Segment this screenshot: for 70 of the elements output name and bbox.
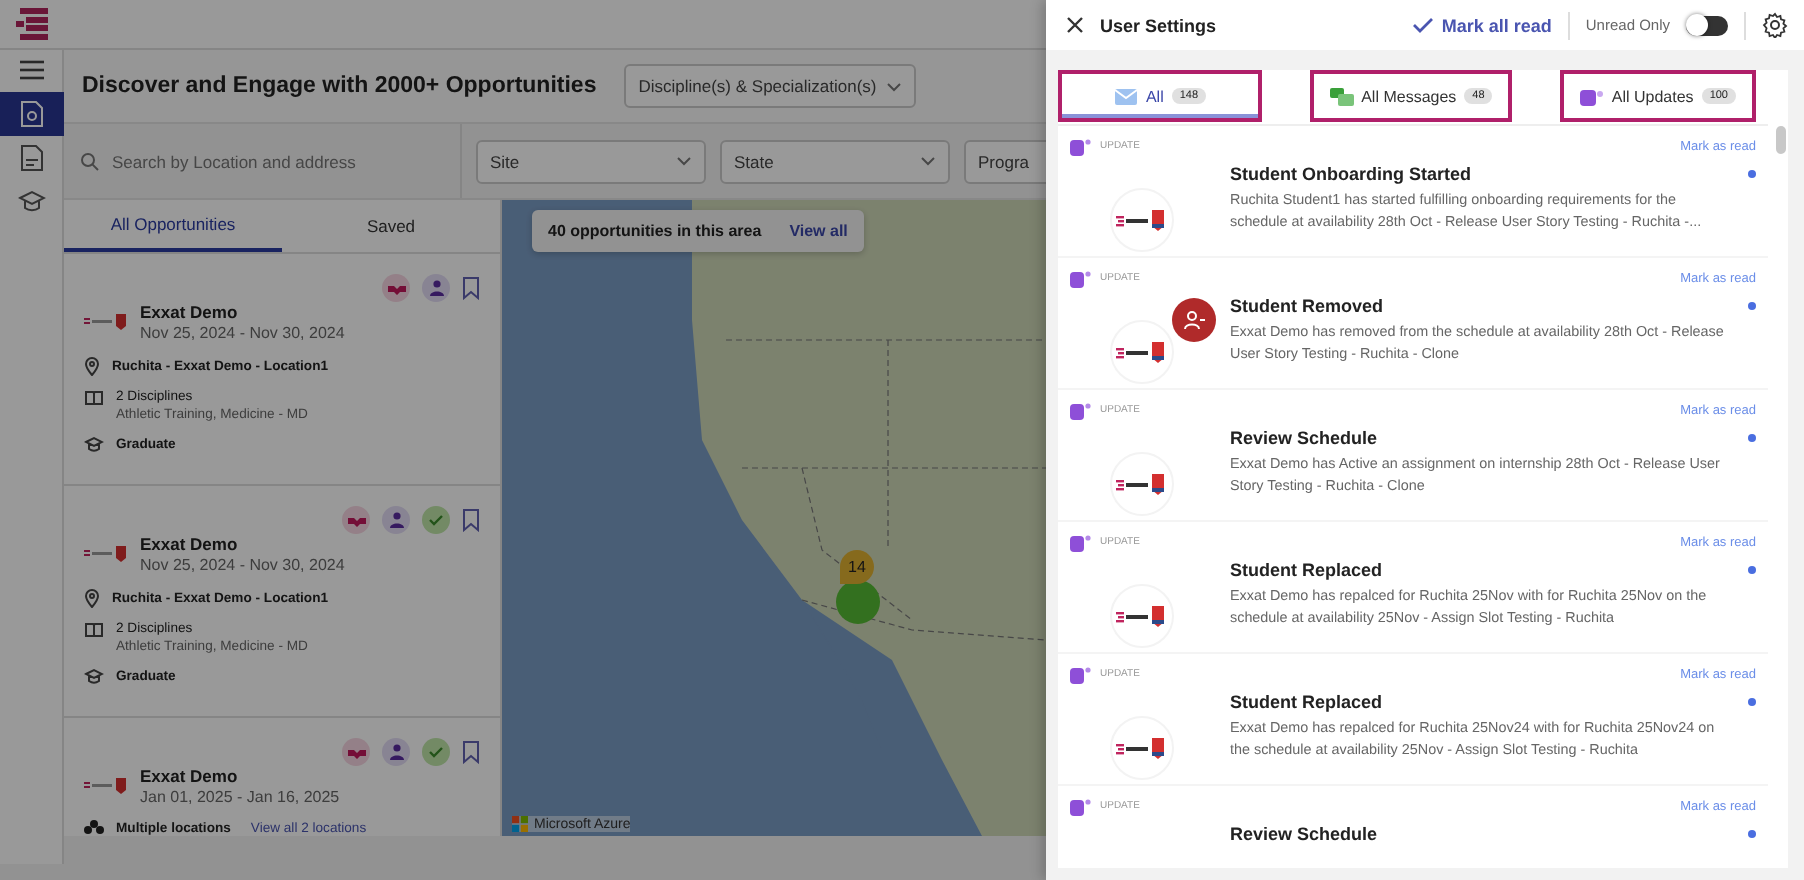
company-logo-icon (84, 544, 128, 564)
menu-icon[interactable] (17, 58, 45, 82)
date-range: Nov 25, 2024 - Nov 30, 2024 (140, 324, 345, 342)
mark-all-read-button[interactable]: Mark all read (1411, 15, 1552, 35)
search-field[interactable]: Search by Location and address (108, 149, 460, 173)
chevron-down-icon (676, 156, 692, 166)
notification-title: Review Schedule (1230, 824, 1380, 844)
nav-item[interactable] (0, 92, 63, 136)
graduation-cap-icon (84, 668, 104, 684)
company-logo-icon (1110, 188, 1174, 252)
company-logo-icon (1110, 716, 1174, 780)
company-logo-icon (1110, 320, 1174, 384)
notification-title: Review Schedule (1230, 428, 1380, 448)
graduation-cap-icon (17, 190, 45, 214)
company-logo-icon (1110, 584, 1174, 648)
date-range: Jan 01, 2025 - Jan 16, 2025 (140, 788, 340, 806)
person-icon (382, 738, 410, 766)
notification-title: Student Removed (1230, 296, 1386, 316)
company-logo-icon (84, 312, 128, 332)
list-tab[interactable]: Saved (282, 200, 500, 252)
person-icon (382, 506, 410, 534)
graduation-cap-icon (84, 436, 104, 452)
banner-text: 40 opportunities in this area (548, 222, 762, 240)
chevron-down-icon (920, 156, 936, 166)
locations-icon (84, 820, 104, 836)
app-logo-icon (16, 6, 52, 42)
microsoft-logo-icon (512, 816, 528, 832)
filter-dropdown[interactable]: Site (476, 139, 706, 183)
location-pin-icon (84, 588, 100, 608)
discipline-dropdown[interactable]: Discipline(s) & Specialization(s) (624, 64, 917, 108)
document-icon (19, 144, 43, 172)
envelope-icon (1113, 87, 1138, 105)
bookmark-icon[interactable] (462, 276, 480, 300)
bookmark-icon[interactable] (462, 508, 480, 532)
unread-only-toggle[interactable] (1686, 15, 1728, 35)
company-logo-icon (84, 776, 128, 796)
book-icon (84, 622, 104, 638)
update-icon (1070, 665, 1092, 683)
chat-bubbles-icon (1329, 87, 1354, 105)
person-icon (422, 274, 450, 302)
company-name: Exxat Demo (140, 534, 240, 554)
update-icon (1070, 137, 1092, 155)
bookmark-icon[interactable] (462, 740, 480, 764)
panel-title: User Settings (1100, 15, 1217, 35)
update-icon (1070, 401, 1092, 419)
search-icon (80, 151, 100, 171)
update-icon (1070, 797, 1092, 815)
person-remove-icon (1172, 298, 1216, 342)
page-title: Discover and Engage with 2000+ Opportunities (82, 74, 597, 98)
chevron-down-icon (886, 81, 903, 91)
document-search-icon (19, 100, 43, 128)
view-all-link[interactable]: View all (789, 222, 848, 240)
scrollbar[interactable] (1776, 126, 1786, 154)
update-icon (1070, 269, 1092, 287)
company-name: Exxat Demo (140, 302, 240, 322)
list-tab[interactable]: All Opportunities (64, 200, 282, 252)
filter-dropdown[interactable]: State (720, 139, 950, 183)
close-icon[interactable] (1066, 16, 1084, 34)
notification-title: Student Onboarding Started (1230, 164, 1473, 184)
date-range: Nov 25, 2024 - Nov 30, 2024 (140, 556, 345, 574)
update-icon (1070, 533, 1092, 551)
check-icon (1411, 16, 1434, 34)
book-icon (84, 390, 104, 406)
company-logo-icon (1110, 452, 1174, 516)
notification-title: Student Replaced (1230, 560, 1385, 580)
settings-icon[interactable] (1762, 12, 1788, 38)
location-pin-icon (84, 356, 100, 376)
notification-title: Student Replaced (1230, 692, 1385, 712)
update-icon (1579, 87, 1604, 105)
company-name: Exxat Demo (140, 766, 240, 786)
